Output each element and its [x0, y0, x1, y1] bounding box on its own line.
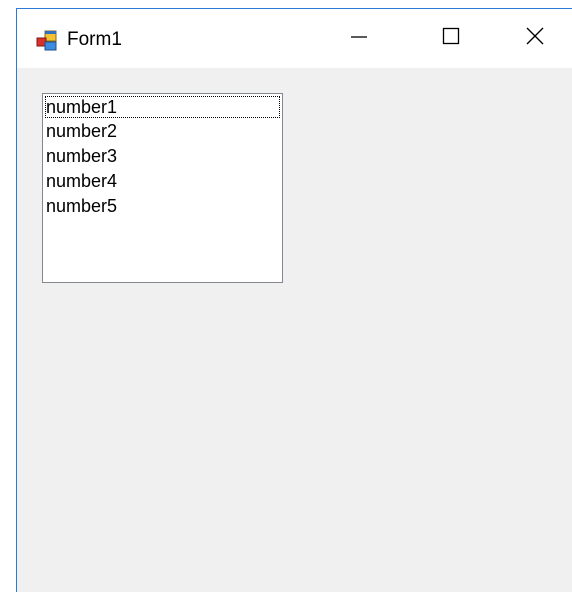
window-title: Form1 — [67, 29, 122, 50]
maximize-icon — [442, 27, 460, 50]
close-icon — [526, 27, 544, 50]
form-window: Form1 number1 number2 number3 number4 nu… — [16, 8, 572, 592]
minimize-icon — [350, 27, 368, 50]
list-item[interactable]: number2 — [43, 119, 282, 144]
list-item[interactable]: number4 — [43, 169, 282, 194]
close-button[interactable] — [497, 9, 572, 68]
winforms-app-icon — [36, 30, 57, 51]
list-item[interactable]: number3 — [43, 144, 282, 169]
list-item[interactable]: number5 — [43, 194, 282, 219]
minimize-button[interactable] — [313, 9, 405, 68]
list-item[interactable]: number1 — [44, 95, 281, 119]
maximize-button[interactable] — [405, 9, 497, 68]
title-bar[interactable]: Form1 — [17, 9, 572, 68]
number-listbox[interactable]: number1 number2 number3 number4 number5 — [42, 93, 283, 283]
